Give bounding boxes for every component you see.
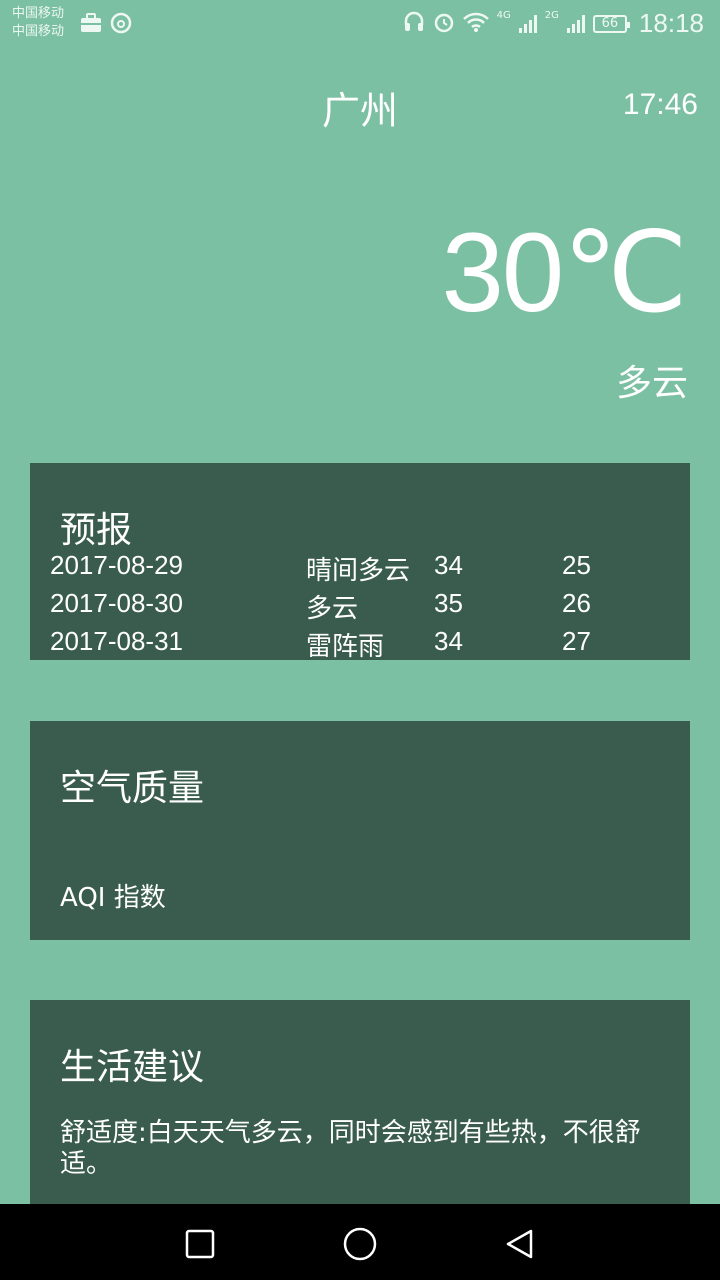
forecast-condition: 晴间多云 <box>306 556 411 586</box>
forecast-card: 预报 2017-08-29 晴间多云 34 25 2017-08-30 多云 3… <box>30 463 690 660</box>
forecast-condition: 雷阵雨 <box>306 632 385 660</box>
forecast-date: 2017-08-31 <box>50 626 183 656</box>
forecast-min-temp: 25 <box>562 550 591 580</box>
carrier-2: 中国移动 <box>12 24 65 39</box>
comfort-suggestion: 舒适度:白天天气多云，同时会感到有些热，不很舒适。 <box>60 1118 641 1179</box>
update-time: 17:46 <box>622 88 698 121</box>
square-icon <box>185 1229 215 1259</box>
forecast-max-temp: 34 <box>434 550 463 580</box>
signal-1-icon <box>518 14 537 33</box>
city-title: 广州 <box>321 89 398 133</box>
current-temperature: 30℃ <box>441 210 688 335</box>
suggestion-card: 生活建议 舒适度:白天天气多云，同时会感到有些热，不很舒适。 <box>30 1000 690 1210</box>
current-condition: 多云 <box>615 363 688 404</box>
triangle-back-icon <box>506 1229 533 1259</box>
alarm-icon <box>433 11 455 37</box>
forecast-date: 2017-08-30 <box>50 588 183 618</box>
suggestion-title: 生活建议 <box>60 1047 205 1088</box>
status-bar: 中国移动 中国移动 4G 2G 66 18:18 <box>0 0 720 48</box>
forecast-max-temp: 34 <box>434 626 463 656</box>
circle-icon <box>343 1227 377 1261</box>
forecast-min-temp: 26 <box>562 588 591 618</box>
forecast-row: 2017-08-30 多云 35 26 <box>50 588 670 626</box>
forecast-date: 2017-08-29 <box>50 550 183 580</box>
carrier-info: 中国移动 中国移动 <box>12 5 64 41</box>
headset-icon <box>403 11 425 37</box>
back-button[interactable] <box>500 1224 540 1264</box>
status-time: 18:18 <box>638 8 704 38</box>
forecast-min-temp: 27 <box>562 626 591 656</box>
battery-icon: 66 <box>592 14 630 33</box>
network-type-1: 4G <box>496 10 511 21</box>
recent-apps-button[interactable] <box>180 1224 220 1264</box>
status-icons: 4G 2G 66 18:18 <box>403 8 704 39</box>
signal-2-icon <box>566 14 585 33</box>
forecast-max-temp: 35 <box>434 588 463 618</box>
forecast-row: 2017-08-29 晴间多云 34 25 <box>50 550 670 588</box>
forecast-condition: 多云 <box>306 594 359 624</box>
navigation-bar <box>0 1204 720 1280</box>
wifi-icon <box>462 12 489 36</box>
aqi-label: AQI 指数 <box>60 883 166 913</box>
briefcase-icon <box>80 13 102 37</box>
home-button[interactable] <box>340 1224 380 1264</box>
carrier-1: 中国移动 <box>12 6 65 21</box>
network-type-2: 2G <box>544 10 559 21</box>
notification-icons <box>80 12 132 38</box>
netease-music-icon <box>110 12 132 38</box>
aqi-title: 空气质量 <box>60 768 205 809</box>
forecast-title: 预报 <box>60 510 133 551</box>
aqi-card: 空气质量 AQI 指数 <box>30 721 690 940</box>
forecast-row: 2017-08-31 雷阵雨 34 27 <box>50 626 670 660</box>
